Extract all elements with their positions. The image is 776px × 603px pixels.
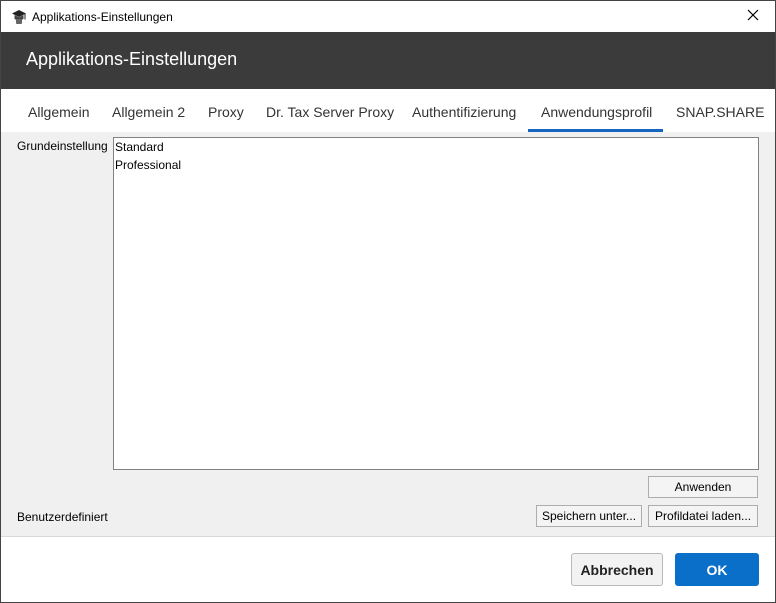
tab-dr-tax-server-proxy[interactable]: Dr. Tax Server Proxy [266, 89, 394, 132]
mortarboard-icon [11, 9, 27, 25]
tab-snap-share[interactable]: SNAP.SHARE [676, 89, 764, 132]
tab-allgemein-2[interactable]: Allgemein 2 [112, 89, 185, 132]
tab-proxy[interactable]: Proxy [208, 89, 244, 132]
base-setting-label: Grundeinstellung [17, 139, 108, 153]
custom-label: Benutzerdefiniert [17, 510, 108, 524]
dialog-header: Applikations-Einstellungen [1, 32, 775, 89]
active-tab-indicator [528, 129, 663, 132]
list-item-professional[interactable]: Professional [114, 156, 758, 174]
close-icon [747, 9, 759, 24]
close-button[interactable] [731, 1, 775, 32]
tab-anwendungsprofil[interactable]: Anwendungsprofil [541, 89, 652, 132]
apply-button[interactable]: Anwenden [648, 476, 758, 498]
cancel-button[interactable]: Abbrechen [571, 553, 663, 586]
page-title: Applikations-Einstellungen [26, 49, 238, 69]
list-item-standard[interactable]: Standard [114, 138, 758, 156]
profile-listbox[interactable]: Standard Professional [113, 137, 759, 470]
tab-authentifizierung[interactable]: Authentifizierung [412, 89, 516, 132]
window-title: Applikations-Einstellungen [32, 10, 173, 24]
load-profile-button[interactable]: Profildatei laden... [648, 505, 758, 527]
tab-allgemein[interactable]: Allgemein [28, 89, 89, 132]
tab-bar: Allgemein Allgemein 2 Proxy Dr. Tax Serv… [1, 89, 775, 132]
save-as-button[interactable]: Speichern unter... [536, 505, 642, 527]
dialog-footer: Abbrechen OK [1, 537, 775, 602]
settings-dialog: Applikations-Einstellungen Applikations-… [0, 0, 776, 603]
ok-button[interactable]: OK [675, 553, 759, 586]
title-bar: Applikations-Einstellungen [1, 1, 775, 32]
